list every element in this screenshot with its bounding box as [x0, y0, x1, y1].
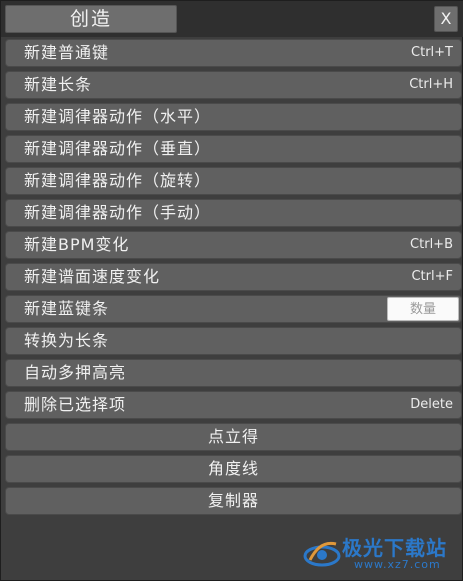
quantity-input[interactable] [387, 297, 459, 321]
menu-item-label: 复制器 [207, 491, 259, 510]
menu-item-new-blue-key[interactable]: 新建蓝键条 [5, 295, 462, 323]
panel-title: 创造 [5, 5, 177, 33]
menu-item-label: 转换为长条 [24, 331, 110, 350]
close-button[interactable]: X [434, 6, 458, 32]
menu-item-label: 角度线 [207, 459, 259, 478]
menu-item-new-long-note[interactable]: 新建长条 Ctrl+H [5, 71, 462, 99]
menu-item-label: 自动多押高亮 [24, 363, 127, 382]
menu-item-label: 删除已选择项 [24, 395, 127, 414]
menu-item-angle-line[interactable]: 角度线 [5, 455, 462, 483]
menu-item-new-tuner-manual[interactable]: 新建调律器动作（手动） [5, 199, 462, 227]
watermark: 极光下载站 www.xz7.com [302, 532, 452, 574]
menu-item-label: 新建蓝键条 [24, 299, 110, 318]
menu-item-new-tuner-vertical[interactable]: 新建调律器动作（垂直） [5, 135, 462, 163]
menu-item-instant-point[interactable]: 点立得 [5, 423, 462, 451]
menu-item-new-chart-speed-change[interactable]: 新建谱面速度变化 Ctrl+F [5, 263, 462, 291]
create-menu: 新建普通键 Ctrl+T 新建长条 Ctrl+H 新建调律器动作（水平） 新建调… [5, 39, 462, 519]
menu-item-shortcut: Ctrl+F [411, 269, 453, 284]
menu-item-label: 新建调律器动作（垂直） [24, 139, 212, 158]
menu-item-label: 新建调律器动作（水平） [24, 107, 212, 126]
menu-item-new-tuner-horizontal[interactable]: 新建调律器动作（水平） [5, 103, 462, 131]
menu-item-convert-to-long[interactable]: 转换为长条 [5, 327, 462, 355]
menu-item-label: 新建BPM变化 [24, 235, 130, 254]
menu-item-shortcut: Ctrl+H [409, 77, 453, 92]
menu-item-new-tuner-rotate[interactable]: 新建调律器动作（旋转） [5, 167, 462, 195]
title-bar: 创造 X [1, 1, 463, 37]
menu-item-new-bpm-change[interactable]: 新建BPM变化 Ctrl+B [5, 231, 462, 259]
watermark-logo-icon [303, 541, 341, 567]
menu-item-duplicator[interactable]: 复制器 [5, 487, 462, 515]
menu-item-delete-selected[interactable]: 删除已选择项 Delete [5, 391, 462, 419]
menu-item-auto-multi-highlight[interactable]: 自动多押高亮 [5, 359, 462, 387]
menu-item-label: 新建谱面速度变化 [24, 267, 161, 286]
menu-item-label: 新建调律器动作（旋转） [24, 171, 212, 190]
menu-item-label: 新建长条 [24, 75, 93, 94]
menu-item-label: 新建调律器动作（手动） [24, 203, 212, 222]
menu-item-label: 点立得 [207, 427, 259, 446]
menu-item-shortcut: Ctrl+B [410, 237, 453, 252]
menu-item-label: 新建普通键 [24, 43, 110, 62]
menu-item-new-normal-key[interactable]: 新建普通键 Ctrl+T [5, 39, 462, 67]
create-panel: 创造 X 新建普通键 Ctrl+T 新建长条 Ctrl+H 新建调律器动作（水平… [0, 0, 463, 581]
watermark-url: www.xz7.com [354, 558, 441, 571]
menu-item-shortcut: Ctrl+T [411, 45, 453, 60]
watermark-brand: 极光下载站 [342, 536, 447, 560]
menu-item-shortcut: Delete [410, 397, 453, 412]
